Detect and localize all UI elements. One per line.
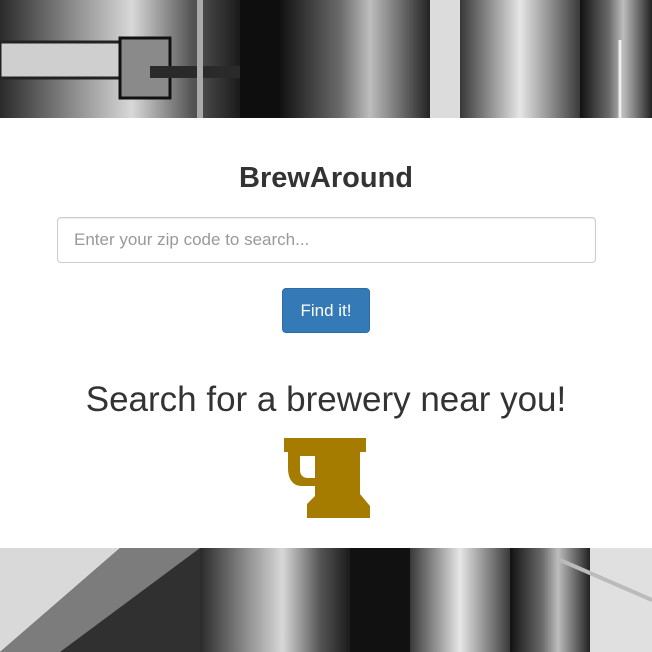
zip-search-input[interactable]: [57, 217, 596, 263]
page: BrewAround Find it! Search for a brewery…: [0, 0, 652, 652]
app-title: BrewAround: [239, 162, 413, 194]
find-it-button[interactable]: Find it!: [282, 288, 370, 333]
beer-mug-icon: [284, 438, 370, 518]
tagline: Search for a brewery near you!: [85, 380, 567, 419]
search-panel: BrewAround Find it! Search for a brewery…: [0, 118, 652, 548]
